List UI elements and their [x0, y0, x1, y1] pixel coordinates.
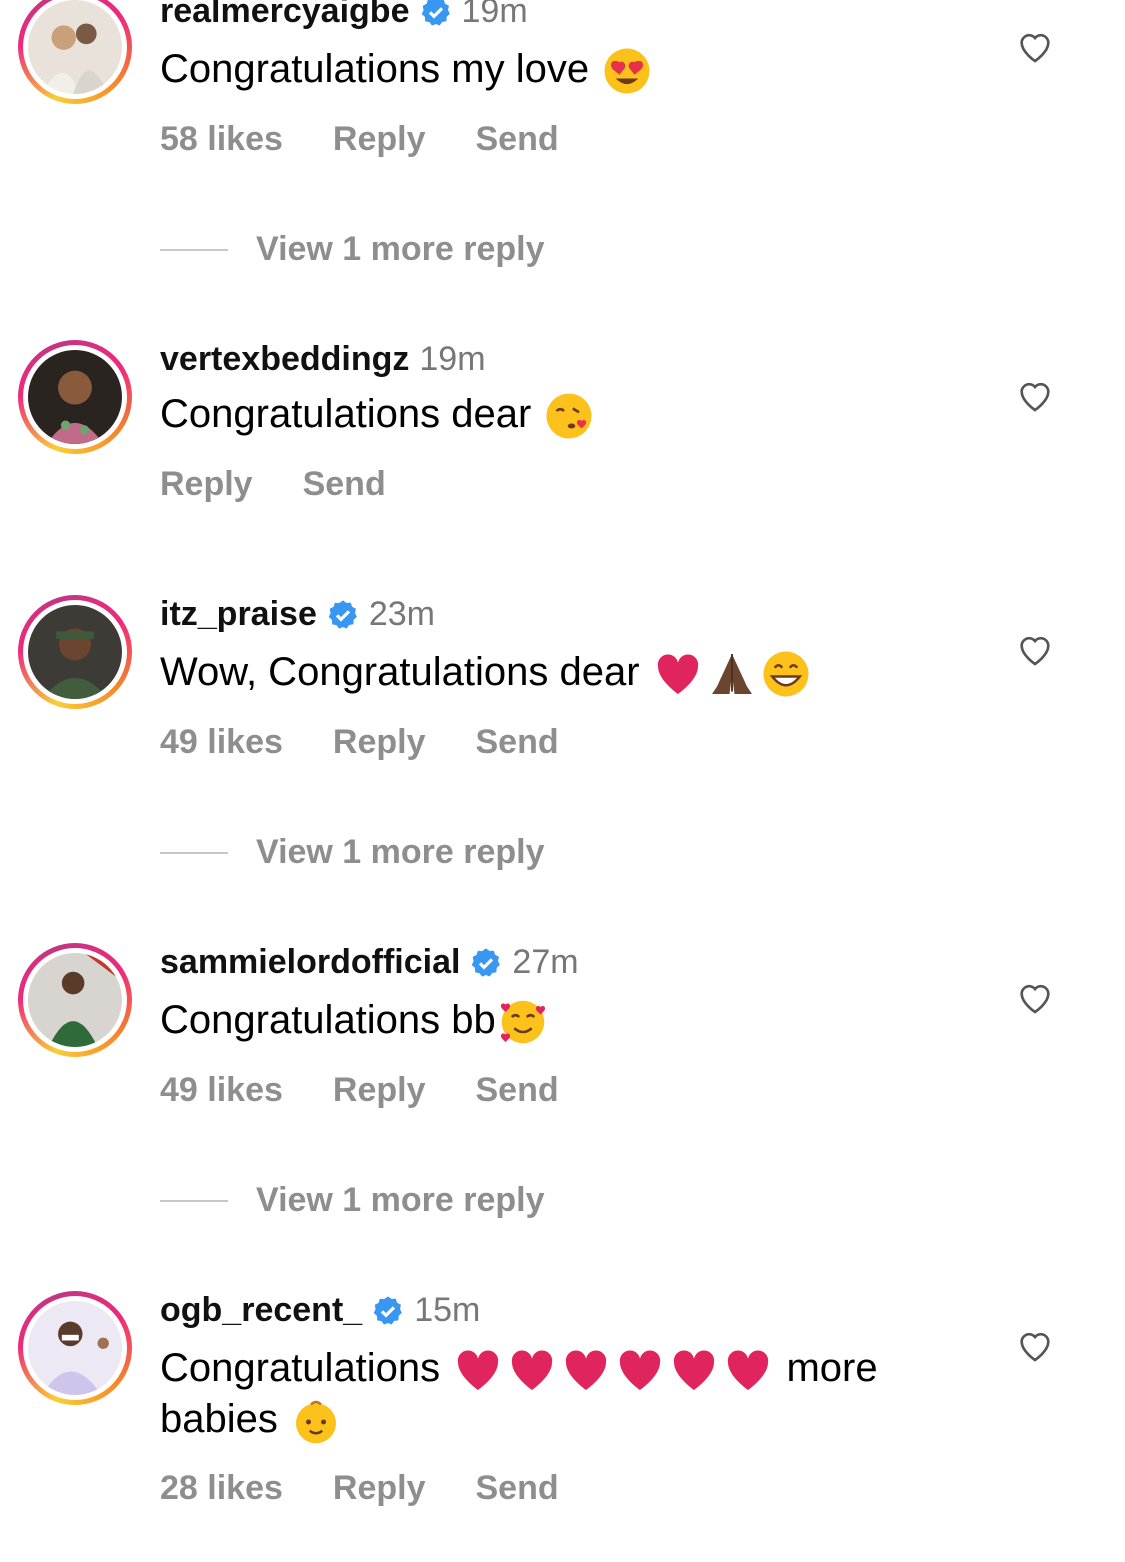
- likes-count[interactable]: 28 likes: [160, 1469, 283, 1508]
- send-button[interactable]: Send: [475, 723, 558, 762]
- reply-button[interactable]: Reply: [333, 120, 426, 159]
- comment-username[interactable]: realmercyaigbe: [160, 0, 410, 31]
- avatar[interactable]: [18, 0, 132, 104]
- like-heart-icon[interactable]: [1015, 1325, 1055, 1365]
- likes-count[interactable]: 49 likes: [160, 723, 283, 762]
- comment-text: Congratulations dear: [160, 390, 990, 441]
- kissing-heart-emoji: [544, 391, 594, 441]
- divider-line: [160, 851, 228, 854]
- red-heart-emoji: [507, 1345, 557, 1395]
- red-heart-emoji: [561, 1345, 611, 1395]
- send-button[interactable]: Send: [475, 1071, 558, 1110]
- comment-username[interactable]: vertexbeddingz: [160, 340, 409, 379]
- verified-badge-icon: [373, 1295, 403, 1325]
- send-button[interactable]: Send: [475, 1469, 558, 1508]
- view-more-replies[interactable]: View 1 more reply: [160, 833, 545, 872]
- red-heart-emoji: [453, 1345, 503, 1395]
- view-more-replies[interactable]: View 1 more reply: [160, 1181, 545, 1220]
- red-heart-emoji: [653, 649, 703, 699]
- reply-button[interactable]: Reply: [160, 465, 253, 504]
- send-button[interactable]: Send: [303, 465, 386, 504]
- like-heart-icon[interactable]: [1015, 26, 1055, 66]
- view-more-replies[interactable]: View 1 more reply: [160, 230, 545, 269]
- send-button[interactable]: Send: [475, 120, 558, 159]
- red-heart-emoji: [669, 1345, 719, 1395]
- divider-line: [160, 248, 228, 251]
- verified-badge-icon: [328, 599, 357, 629]
- comment-text: Congratulations more babies: [160, 1344, 990, 1447]
- comment-time: 27m: [512, 943, 579, 981]
- comment-time: 15m: [414, 1291, 481, 1329]
- like-heart-icon[interactable]: [1015, 977, 1055, 1017]
- like-heart-icon[interactable]: [1015, 629, 1055, 669]
- reply-button[interactable]: Reply: [333, 723, 426, 762]
- comment-time: 19m: [419, 340, 486, 378]
- reply-button[interactable]: Reply: [333, 1071, 426, 1110]
- avatar[interactable]: [18, 595, 132, 709]
- likes-count[interactable]: 58 likes: [160, 120, 283, 159]
- comment-username[interactable]: sammielordofficial: [160, 943, 460, 982]
- avatar[interactable]: [18, 340, 132, 454]
- heart-eyes-emoji: [602, 46, 652, 96]
- like-heart-icon[interactable]: [1015, 375, 1055, 415]
- smiling-hearts-emoji: [498, 997, 548, 1047]
- comment-text: Congratulations bb: [160, 996, 990, 1047]
- divider-line: [160, 1199, 228, 1202]
- red-heart-emoji: [723, 1345, 773, 1395]
- grinning-emoji: [761, 649, 811, 699]
- verified-badge-icon: [472, 947, 501, 977]
- comment-time: 19m: [461, 0, 528, 30]
- comment-time: 23m: [368, 595, 435, 633]
- comment-text: Congratulations my love: [160, 45, 990, 96]
- reply-button[interactable]: Reply: [333, 1469, 426, 1508]
- baby-emoji: [291, 1397, 341, 1447]
- comment-text: Wow, Congratulations dear: [160, 648, 990, 699]
- likes-count[interactable]: 49 likes: [160, 1071, 283, 1110]
- red-heart-emoji: [615, 1345, 665, 1395]
- comment-username[interactable]: ogb_recent_: [160, 1291, 362, 1330]
- avatar[interactable]: [18, 943, 132, 1057]
- verified-badge-icon: [421, 0, 450, 26]
- comment-username[interactable]: itz_praise: [160, 595, 317, 634]
- folded-hands-emoji: [707, 649, 757, 699]
- avatar[interactable]: [18, 1291, 132, 1405]
